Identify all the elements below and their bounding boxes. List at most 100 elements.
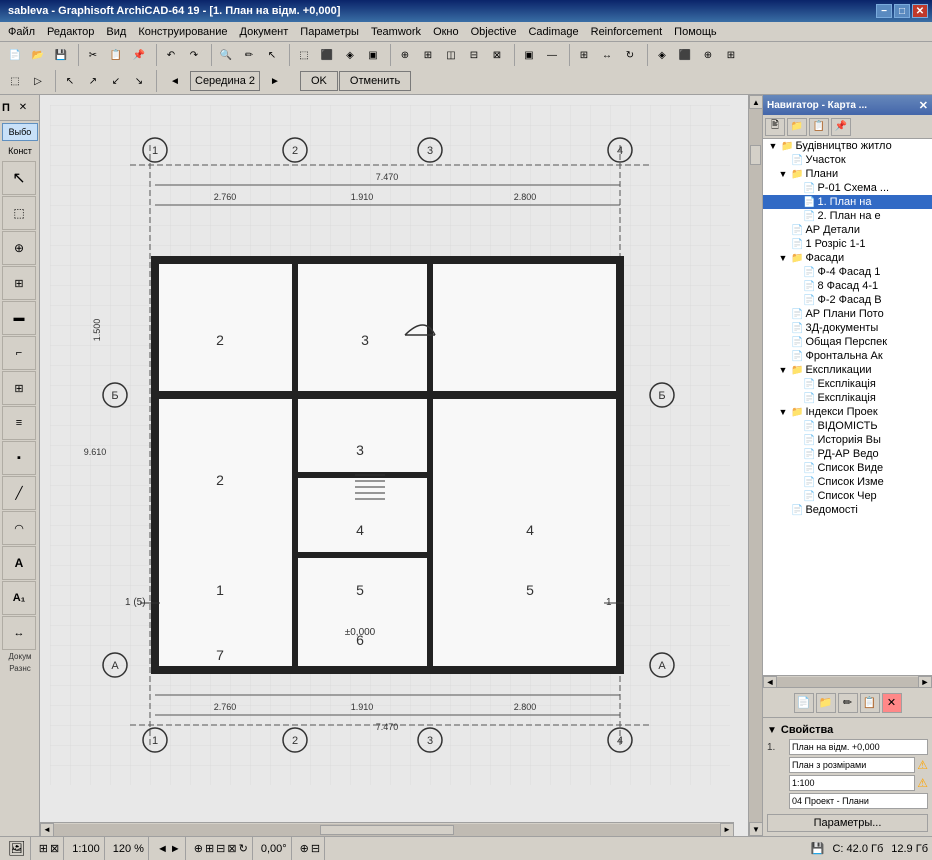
h-scrollbar[interactable]: ◄ ►: [40, 822, 734, 836]
menu-item-cadimage[interactable]: Cadimage: [522, 24, 584, 40]
h-scroll-track[interactable]: [54, 824, 720, 836]
tree-item-17[interactable]: 📄Екcплікація: [763, 377, 932, 391]
menu-item-вид[interactable]: Вид: [100, 24, 132, 40]
tool-text-b[interactable]: A₁: [2, 581, 36, 615]
tool-text-a[interactable]: A: [2, 546, 36, 580]
tree-item-16[interactable]: ▼📁Експликации: [763, 363, 932, 377]
redo-btn[interactable]: ↷: [183, 44, 205, 66]
cancel-button[interactable]: Отменить: [339, 71, 411, 91]
tree-item-15[interactable]: 📄Фронтальна Ак: [763, 349, 932, 363]
undo-btn[interactable]: ↶: [160, 44, 182, 66]
t2-nav-next[interactable]: ►: [264, 70, 286, 92]
menu-item-reinforcement[interactable]: Reinforcement: [585, 24, 669, 40]
tool4-btn[interactable]: ⊞: [720, 44, 742, 66]
paste-btn[interactable]: 📌: [128, 44, 150, 66]
maximize-button[interactable]: □: [894, 4, 910, 18]
tree-item-3[interactable]: 📄Р-01 Схема ...: [763, 181, 932, 195]
tree-item-24[interactable]: 📄Список Изме: [763, 475, 932, 489]
grid-btn[interactable]: ⊞: [573, 44, 595, 66]
tab-const[interactable]: Конст: [2, 142, 38, 160]
t2-btn4[interactable]: ↗: [82, 70, 104, 92]
view-dropdown[interactable]: Середина 2: [190, 71, 260, 91]
tree-item-23[interactable]: 📄Список Виде: [763, 461, 932, 475]
nav-hscroll-track[interactable]: [777, 677, 918, 687]
close-button[interactable]: ✕: [912, 4, 928, 18]
nav-action-3[interactable]: ✏: [838, 693, 858, 713]
hscroll-right[interactable]: ►: [720, 823, 734, 837]
nav-btn-3[interactable]: 📋: [809, 118, 829, 136]
nav-hscroll-left[interactable]: ◄: [763, 676, 777, 688]
view2-btn[interactable]: ⊞: [417, 44, 439, 66]
select3-btn[interactable]: ◈: [339, 44, 361, 66]
nav-btn-2[interactable]: 📁: [787, 118, 807, 136]
tab-select[interactable]: Выбо: [2, 123, 38, 141]
t2-btn1[interactable]: ⬚: [4, 70, 26, 92]
menu-item-параметры[interactable]: Параметры: [294, 24, 365, 40]
tree-item-18[interactable]: 📄Екcплікація: [763, 391, 932, 405]
tool-arc[interactable]: ◠: [2, 511, 36, 545]
nav-right-icon[interactable]: ►: [170, 843, 181, 855]
tool3-btn[interactable]: ⊕: [697, 44, 719, 66]
vscroll-down[interactable]: ▼: [749, 822, 763, 836]
tool-view[interactable]: ⊕: [2, 231, 36, 265]
select4-btn[interactable]: ▣: [362, 44, 384, 66]
navigator-close[interactable]: ✕: [919, 99, 928, 112]
nav-scroll-area[interactable]: ◄ ►: [763, 675, 932, 687]
tree-item-11[interactable]: 📄Ф-2 Фасад В: [763, 293, 932, 307]
copy-btn[interactable]: 📋: [105, 44, 127, 66]
nav-action-4[interactable]: 📋: [860, 693, 880, 713]
tree-item-5[interactable]: 📄2. План на е: [763, 209, 932, 223]
tree-item-6[interactable]: 📄АР Детали: [763, 223, 932, 237]
view4-btn[interactable]: ⊟: [463, 44, 485, 66]
minimize-button[interactable]: −: [876, 4, 892, 18]
nav-btn-4[interactable]: 📌: [831, 118, 851, 136]
tree-item-25[interactable]: 📄Список Чер: [763, 489, 932, 503]
tree-item-4[interactable]: 📄1. План на: [763, 195, 932, 209]
line-btn[interactable]: —: [541, 44, 563, 66]
menu-item-objective[interactable]: Objective: [465, 24, 523, 40]
tree-item-26[interactable]: 📄Ведомості: [763, 503, 932, 517]
tool-door[interactable]: ⌐: [2, 336, 36, 370]
tree-item-1[interactable]: 📄Участок: [763, 153, 932, 167]
fill-btn[interactable]: ▣: [518, 44, 540, 66]
nav-action-1[interactable]: 📄: [794, 693, 814, 713]
menu-item-помощь[interactable]: Помощь: [668, 24, 723, 40]
tool-fill[interactable]: ▪: [2, 441, 36, 475]
tool-dim[interactable]: ↔: [2, 616, 36, 650]
hscroll-left[interactable]: ◄: [40, 823, 54, 837]
t2-btn6[interactable]: ↘: [128, 70, 150, 92]
drawing-area[interactable]: 1 2 3 4 1 2 3 4 Б А Б А: [40, 95, 748, 836]
menu-item-окно[interactable]: Окно: [427, 24, 465, 40]
nav-btn-1[interactable]: 🖹: [765, 118, 785, 136]
pointer-btn[interactable]: ↖: [261, 44, 283, 66]
status-nav-arrows[interactable]: ◄ ►: [153, 837, 186, 860]
tool1-btn[interactable]: ◈: [651, 44, 673, 66]
cut-btn[interactable]: ✂: [82, 44, 104, 66]
tree-item-22[interactable]: 📄РД-АР Ведо: [763, 447, 932, 461]
menu-item-файл[interactable]: Файл: [2, 24, 41, 40]
t2-btn5[interactable]: ↙: [105, 70, 127, 92]
select-btn[interactable]: ⬚: [293, 44, 315, 66]
sidebar-close[interactable]: ✕: [12, 97, 34, 119]
params-button[interactable]: Параметры...: [767, 814, 928, 832]
select2-btn[interactable]: ⬛: [316, 44, 338, 66]
t2-btn3[interactable]: ↖: [59, 70, 81, 92]
save-btn[interactable]: 💾: [50, 44, 72, 66]
rotate-btn[interactable]: ↻: [619, 44, 641, 66]
tool2-btn[interactable]: ⬛: [674, 44, 696, 66]
open-btn[interactable]: 📂: [27, 44, 49, 66]
h-scroll-thumb[interactable]: [320, 825, 453, 835]
zoom-btn[interactable]: 🔍: [215, 44, 237, 66]
tree-item-13[interactable]: 📄3Д-документы: [763, 321, 932, 335]
tool-line[interactable]: ╱: [2, 476, 36, 510]
menu-item-документ[interactable]: Документ: [234, 24, 295, 40]
dim-btn[interactable]: ↔: [596, 44, 618, 66]
v-scrollbar[interactable]: ▲ ▼: [748, 95, 762, 836]
t2-nav-btn[interactable]: ◄: [164, 70, 186, 92]
nav-hscroll-right[interactable]: ►: [918, 676, 932, 688]
t2-btn2[interactable]: ▷: [27, 70, 49, 92]
floor-plan-svg[interactable]: 1 2 3 4 1 2 3 4 Б А Б А: [50, 105, 730, 785]
menu-item-teamwork[interactable]: Teamwork: [365, 24, 427, 40]
tool-pointer[interactable]: ↖: [2, 161, 36, 195]
tree-item-10[interactable]: 📄8 Фасад 4-1: [763, 279, 932, 293]
